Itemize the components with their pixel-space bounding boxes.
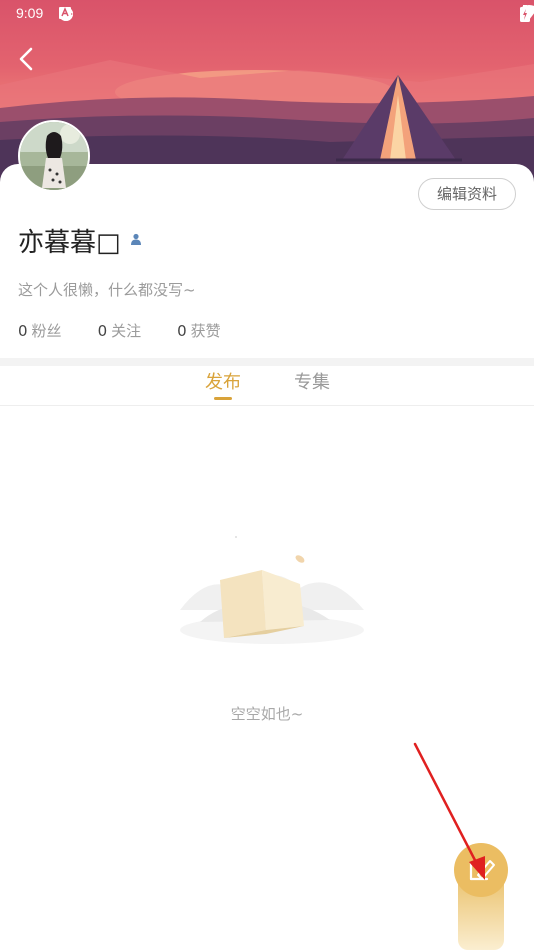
open-book-illustration [180,536,364,644]
empty-state-text: 空空如也~ [230,705,304,723]
profile-card: 编辑资料 亦暮暮□ 这个人很懒，什么都没写~ 0 粉丝 0 关注 0 获赞 [0,164,534,359]
stat-label: 粉丝 [31,322,62,340]
tab-collections[interactable]: 专集 [294,368,330,394]
chevron-left-icon [19,47,33,71]
stat-count: 0 [97,322,108,340]
stat-label: 获赞 [190,322,221,340]
battery-icon [520,5,530,22]
profile-stats: 0 粉丝 0 关注 0 获赞 [18,320,221,341]
content-tabs: 发布 专集 [0,366,534,406]
compose-fab-button[interactable] [454,843,508,897]
stat-count: 0 [18,322,28,340]
username: 亦暮暮□ [18,228,121,258]
avatar[interactable] [18,120,90,192]
stat-label: 关注 [111,322,142,340]
stat-followers[interactable]: 0 粉丝 [18,320,62,341]
active-tab-indicator [214,397,232,400]
edit-profile-button[interactable]: 编辑资料 [417,178,516,210]
tab-posts[interactable]: 发布 [205,368,241,394]
status-bar: 9:09 [0,0,534,28]
user-bio: 这个人很懒，什么都没写~ [18,281,196,299]
stat-likes[interactable]: 0 获赞 [177,320,221,341]
stat-count: 0 [177,322,187,340]
stat-following[interactable]: 0 关注 [98,320,142,341]
status-time: 9:09 [16,5,44,21]
avatar-image [20,122,88,190]
compose-icon [469,860,495,881]
android-debug-icon [59,7,71,19]
section-divider [0,358,534,366]
back-button[interactable] [12,44,42,74]
person-badge-icon [131,233,141,245]
